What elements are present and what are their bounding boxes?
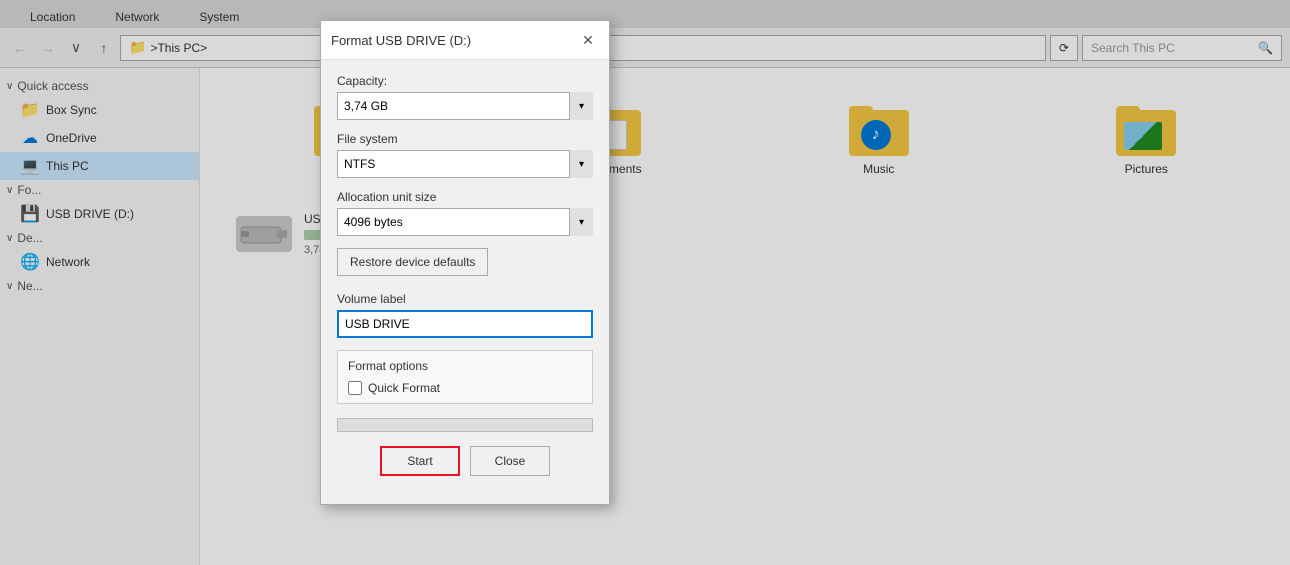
filesystem-group: File system NTFS FAT32 exFAT ▾ [337,132,593,178]
start-button[interactable]: Start [380,446,460,476]
volume-label-text: Volume label [337,292,593,306]
dialog-titlebar: Format USB DRIVE (D:) ✕ [321,21,609,60]
capacity-label: Capacity: [337,74,593,88]
quick-format-label[interactable]: Quick Format [368,381,440,395]
capacity-select-wrapper: 3,74 GB ▾ [337,92,593,120]
filesystem-select-wrapper: NTFS FAT32 exFAT ▾ [337,150,593,178]
format-options-title: Format options [348,359,582,373]
restore-defaults-button[interactable]: Restore device defaults [337,248,488,276]
dialog-close-button[interactable]: ✕ [577,29,599,51]
capacity-group: Capacity: 3,74 GB ▾ [337,74,593,120]
dialog-title: Format USB DRIVE (D:) [331,33,471,48]
dialog-footer: Start Close [337,446,593,490]
format-dialog: Format USB DRIVE (D:) ✕ Capacity: 3,74 G… [320,20,610,505]
format-options-section: Format options Quick Format [337,350,593,404]
allocation-group: Allocation unit size 4096 bytes 8192 byt… [337,190,593,236]
volume-label-input[interactable] [337,310,593,338]
quick-format-checkbox[interactable] [348,381,362,395]
volume-label-group: Volume label [337,292,593,338]
dialog-body: Capacity: 3,74 GB ▾ File system NTFS FAT… [321,60,609,504]
filesystem-select[interactable]: NTFS FAT32 exFAT [337,150,593,178]
format-progress-bar [337,418,593,432]
quick-format-row: Quick Format [348,381,582,395]
filesystem-label: File system [337,132,593,146]
allocation-label: Allocation unit size [337,190,593,204]
allocation-select[interactable]: 4096 bytes 8192 bytes 16384 bytes [337,208,593,236]
dialog-overlay [0,0,1290,565]
allocation-select-wrapper: 4096 bytes 8192 bytes 16384 bytes ▾ [337,208,593,236]
close-button[interactable]: Close [470,446,550,476]
capacity-select[interactable]: 3,74 GB [337,92,593,120]
